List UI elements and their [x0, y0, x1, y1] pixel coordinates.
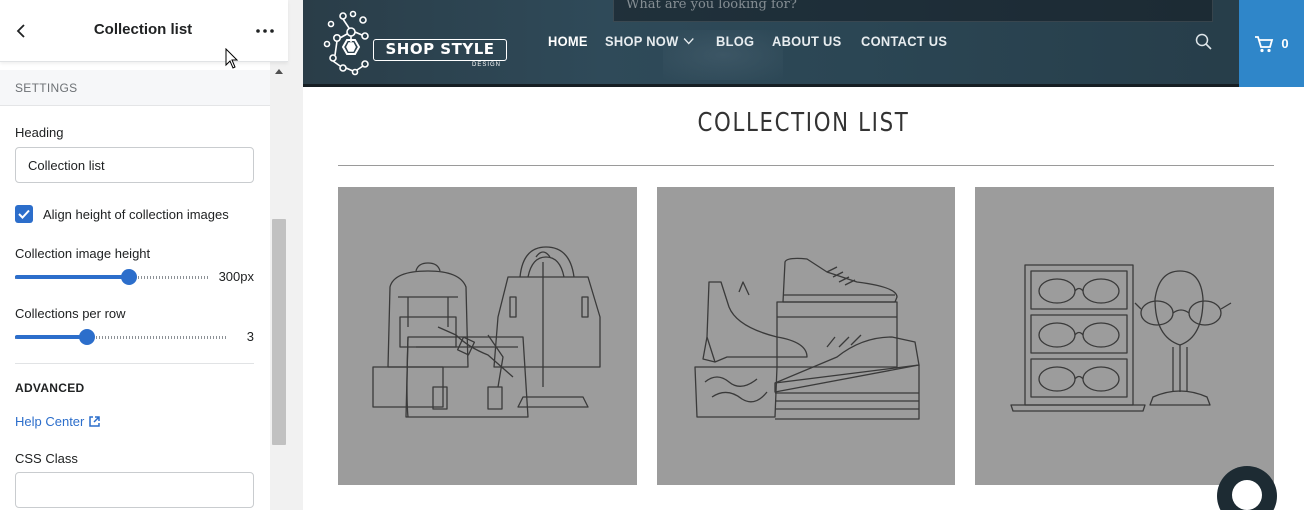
- scrollbar-thumb[interactable]: [272, 219, 286, 445]
- search-button[interactable]: [1195, 33, 1213, 51]
- heading-input[interactable]: [15, 147, 254, 183]
- external-link-icon: [89, 416, 101, 427]
- collections-per-row-value: 3: [246, 329, 254, 344]
- scroll-up-arrow-icon: [275, 68, 283, 74]
- cart-button[interactable]: 0: [1239, 0, 1304, 87]
- slider-fill: [15, 335, 87, 339]
- site-header: What are you looking for? SHOP STYLE DES…: [303, 0, 1304, 87]
- editor-title: Collection list: [93, 21, 193, 38]
- store-preview: What are you looking for? SHOP STYLE DES…: [303, 0, 1304, 510]
- theme-editor-panel: Collection list SETTINGS Heading Align h…: [0, 0, 288, 510]
- nav-contact-us[interactable]: CONTACT US: [861, 33, 947, 49]
- checkmark-icon: [18, 209, 30, 219]
- css-class-label: CSS Class: [15, 451, 78, 466]
- settings-section-label: SETTINGS: [15, 81, 78, 95]
- collections-per-row-label: Collections per row: [15, 306, 126, 321]
- nav-about-us[interactable]: ABOUT US: [772, 33, 841, 49]
- collection-card-bags[interactable]: [338, 187, 637, 485]
- collection-card-shoes[interactable]: [657, 187, 955, 485]
- logo-wordmark: SHOP STYLE: [373, 39, 507, 61]
- align-height-label: Align height of collection images: [43, 206, 229, 222]
- slider-thumb[interactable]: [78, 329, 95, 345]
- more-dots-icon: [256, 29, 274, 33]
- eyeglasses-illustration: [1010, 264, 1232, 412]
- main-navigation: HOME SHOP NOW BLOG ABOUT US CONTACT US: [548, 33, 969, 49]
- back-button[interactable]: [10, 19, 32, 43]
- store-logo[interactable]: SHOP STYLE DESIGN: [321, 10, 511, 76]
- bags-illustration: [372, 246, 601, 418]
- help-center-link[interactable]: Help Center: [15, 414, 101, 429]
- nav-shop-now-label: SHOP NOW: [605, 33, 679, 49]
- heading-label: Heading: [15, 125, 64, 140]
- section-divider: [15, 363, 254, 364]
- collections-per-row-slider[interactable]: [15, 327, 226, 347]
- logo-hexagon-icon: [323, 10, 369, 76]
- image-height-label: Collection image height: [15, 246, 151, 261]
- back-arrow-icon: [16, 24, 25, 38]
- align-height-checkbox[interactable]: [15, 205, 33, 223]
- advanced-section-label: ADVANCED: [15, 381, 85, 395]
- css-class-input[interactable]: [15, 472, 254, 508]
- editor-header: Collection list: [0, 0, 288, 62]
- image-height-slider[interactable]: [15, 267, 209, 287]
- nav-shop-now[interactable]: SHOP NOW: [605, 33, 694, 49]
- nav-blog[interactable]: BLOG: [716, 33, 754, 49]
- shoes-illustration: [694, 257, 920, 420]
- cart-count: 0: [1281, 36, 1289, 51]
- search-icon: [1195, 33, 1212, 50]
- page-title: COLLECTION LIST: [697, 108, 910, 138]
- slider-fill: [15, 275, 130, 279]
- collection-card-eyeglasses[interactable]: [975, 187, 1274, 485]
- nav-home[interactable]: HOME: [548, 33, 588, 49]
- scroll-up-button[interactable]: [273, 66, 285, 76]
- align-height-checkbox-row[interactable]: Align height of collection images: [15, 204, 229, 224]
- slider-thumb[interactable]: [121, 269, 138, 285]
- background-search-text: What are you looking for?: [626, 0, 797, 12]
- title-divider: [338, 165, 1274, 166]
- chat-icon: [1232, 480, 1262, 510]
- more-actions-button[interactable]: [252, 19, 278, 43]
- background-search-bar: What are you looking for?: [613, 0, 1213, 22]
- cart-icon: [1255, 35, 1274, 52]
- editor-settings-body: SETTINGS Heading Align height of collect…: [0, 62, 270, 510]
- chevron-down-icon: [683, 38, 694, 45]
- logo-subtitle: DESIGN: [471, 62, 501, 68]
- help-center-label: Help Center: [15, 414, 85, 429]
- mouse-cursor-icon: [225, 48, 239, 69]
- editor-scrollbar[interactable]: [270, 62, 288, 510]
- image-height-value: 300px: [218, 269, 254, 284]
